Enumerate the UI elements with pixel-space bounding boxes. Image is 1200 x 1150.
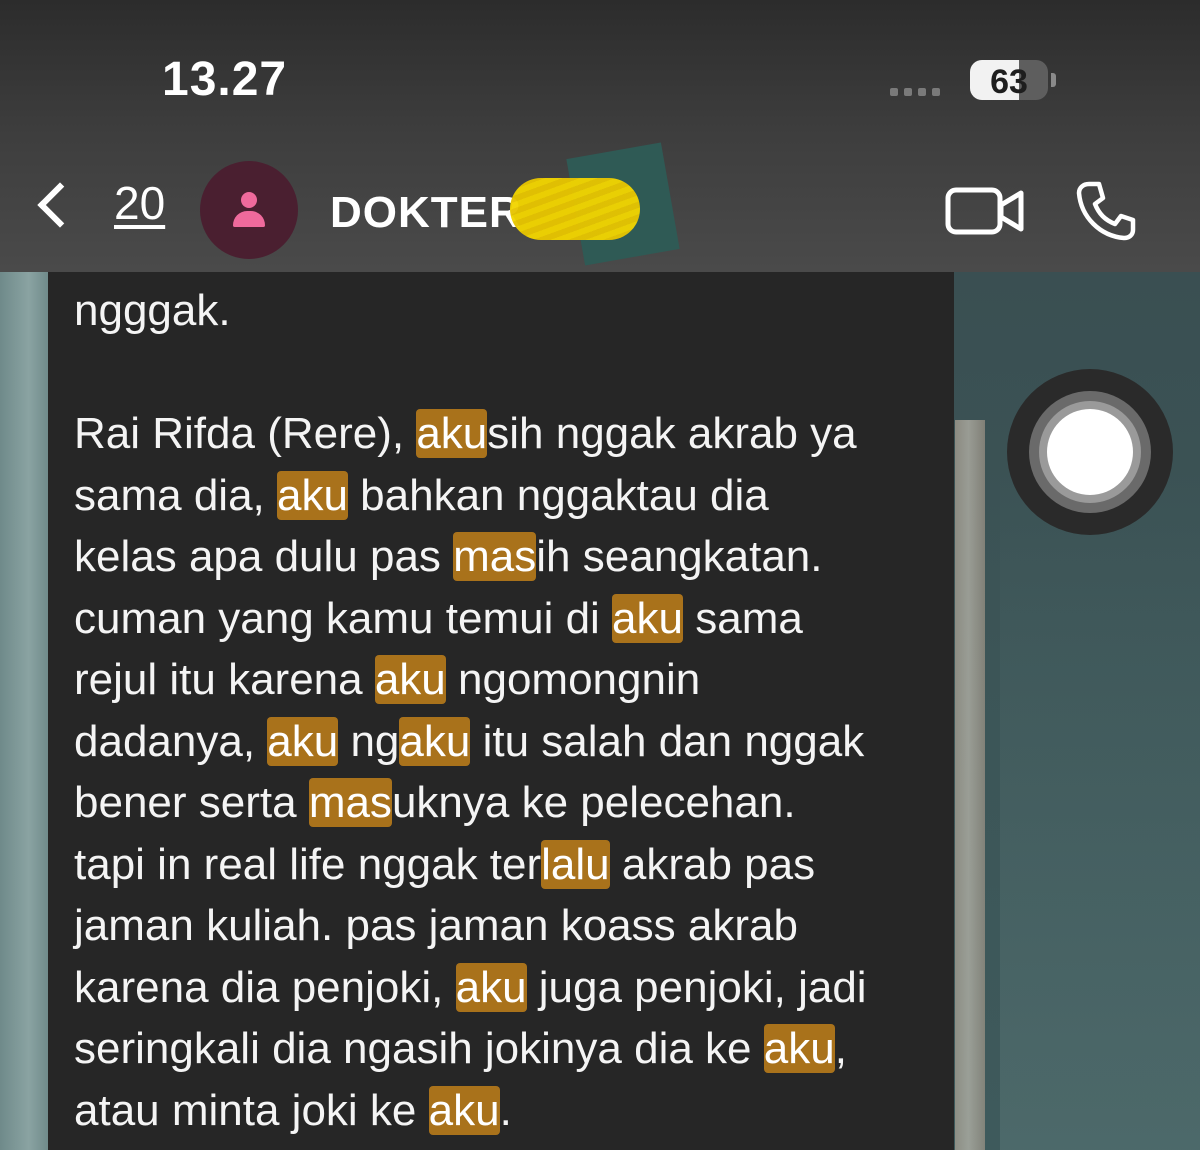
phone-icon[interactable] (1075, 180, 1137, 242)
video-icon[interactable] (945, 185, 1025, 237)
redaction-scribble (510, 178, 640, 240)
search-highlight: aku (267, 716, 339, 766)
message-segment: . (499, 1085, 512, 1135)
wallpaper-sky (1000, 470, 1200, 1150)
search-highlight: aku (455, 962, 527, 1012)
battery-level: 63 (990, 63, 1028, 100)
person-icon (241, 192, 257, 208)
unread-count: 20 (114, 177, 166, 229)
battery-icon: 63 (970, 60, 1048, 100)
assistive-touch-button[interactable] (1007, 369, 1173, 535)
search-highlight: mas (453, 532, 537, 581)
chat-header: 13.27 63 20 DOKTER (0, 0, 1200, 272)
search-highlight: lalu (541, 839, 610, 889)
search-highlight: aku (374, 655, 446, 704)
message-text: ngggak. Rai Rifda (Rere), akusih nggak a… (74, 280, 944, 1141)
status-time: 13.27 (162, 53, 288, 106)
contact-name[interactable]: DOKTER (330, 188, 522, 238)
message-bubble[interactable]: ngggak. Rai Rifda (Rere), akusih nggak a… (48, 272, 954, 1150)
message-segment: ng (338, 716, 400, 766)
chevron-left-icon (37, 182, 83, 228)
battery-tip (1051, 73, 1056, 87)
search-highlight: aku (763, 1024, 835, 1073)
search-highlight: aku (276, 470, 348, 520)
wallpaper-minaret (955, 420, 985, 1150)
search-highlight: aku (612, 593, 683, 643)
signal-icon (890, 88, 940, 96)
wallpaper-edge (0, 272, 48, 1150)
search-highlight: mas (308, 778, 392, 827)
back-button[interactable]: 20 (30, 177, 165, 230)
search-highlight: aku (416, 409, 488, 458)
message-segment: ngggak. Rai Rifda (Rere), (74, 286, 405, 458)
avatar[interactable] (200, 161, 298, 259)
person-icon-body (233, 211, 265, 227)
search-highlight: aku (399, 716, 471, 766)
search-highlight: aku (428, 1085, 500, 1135)
